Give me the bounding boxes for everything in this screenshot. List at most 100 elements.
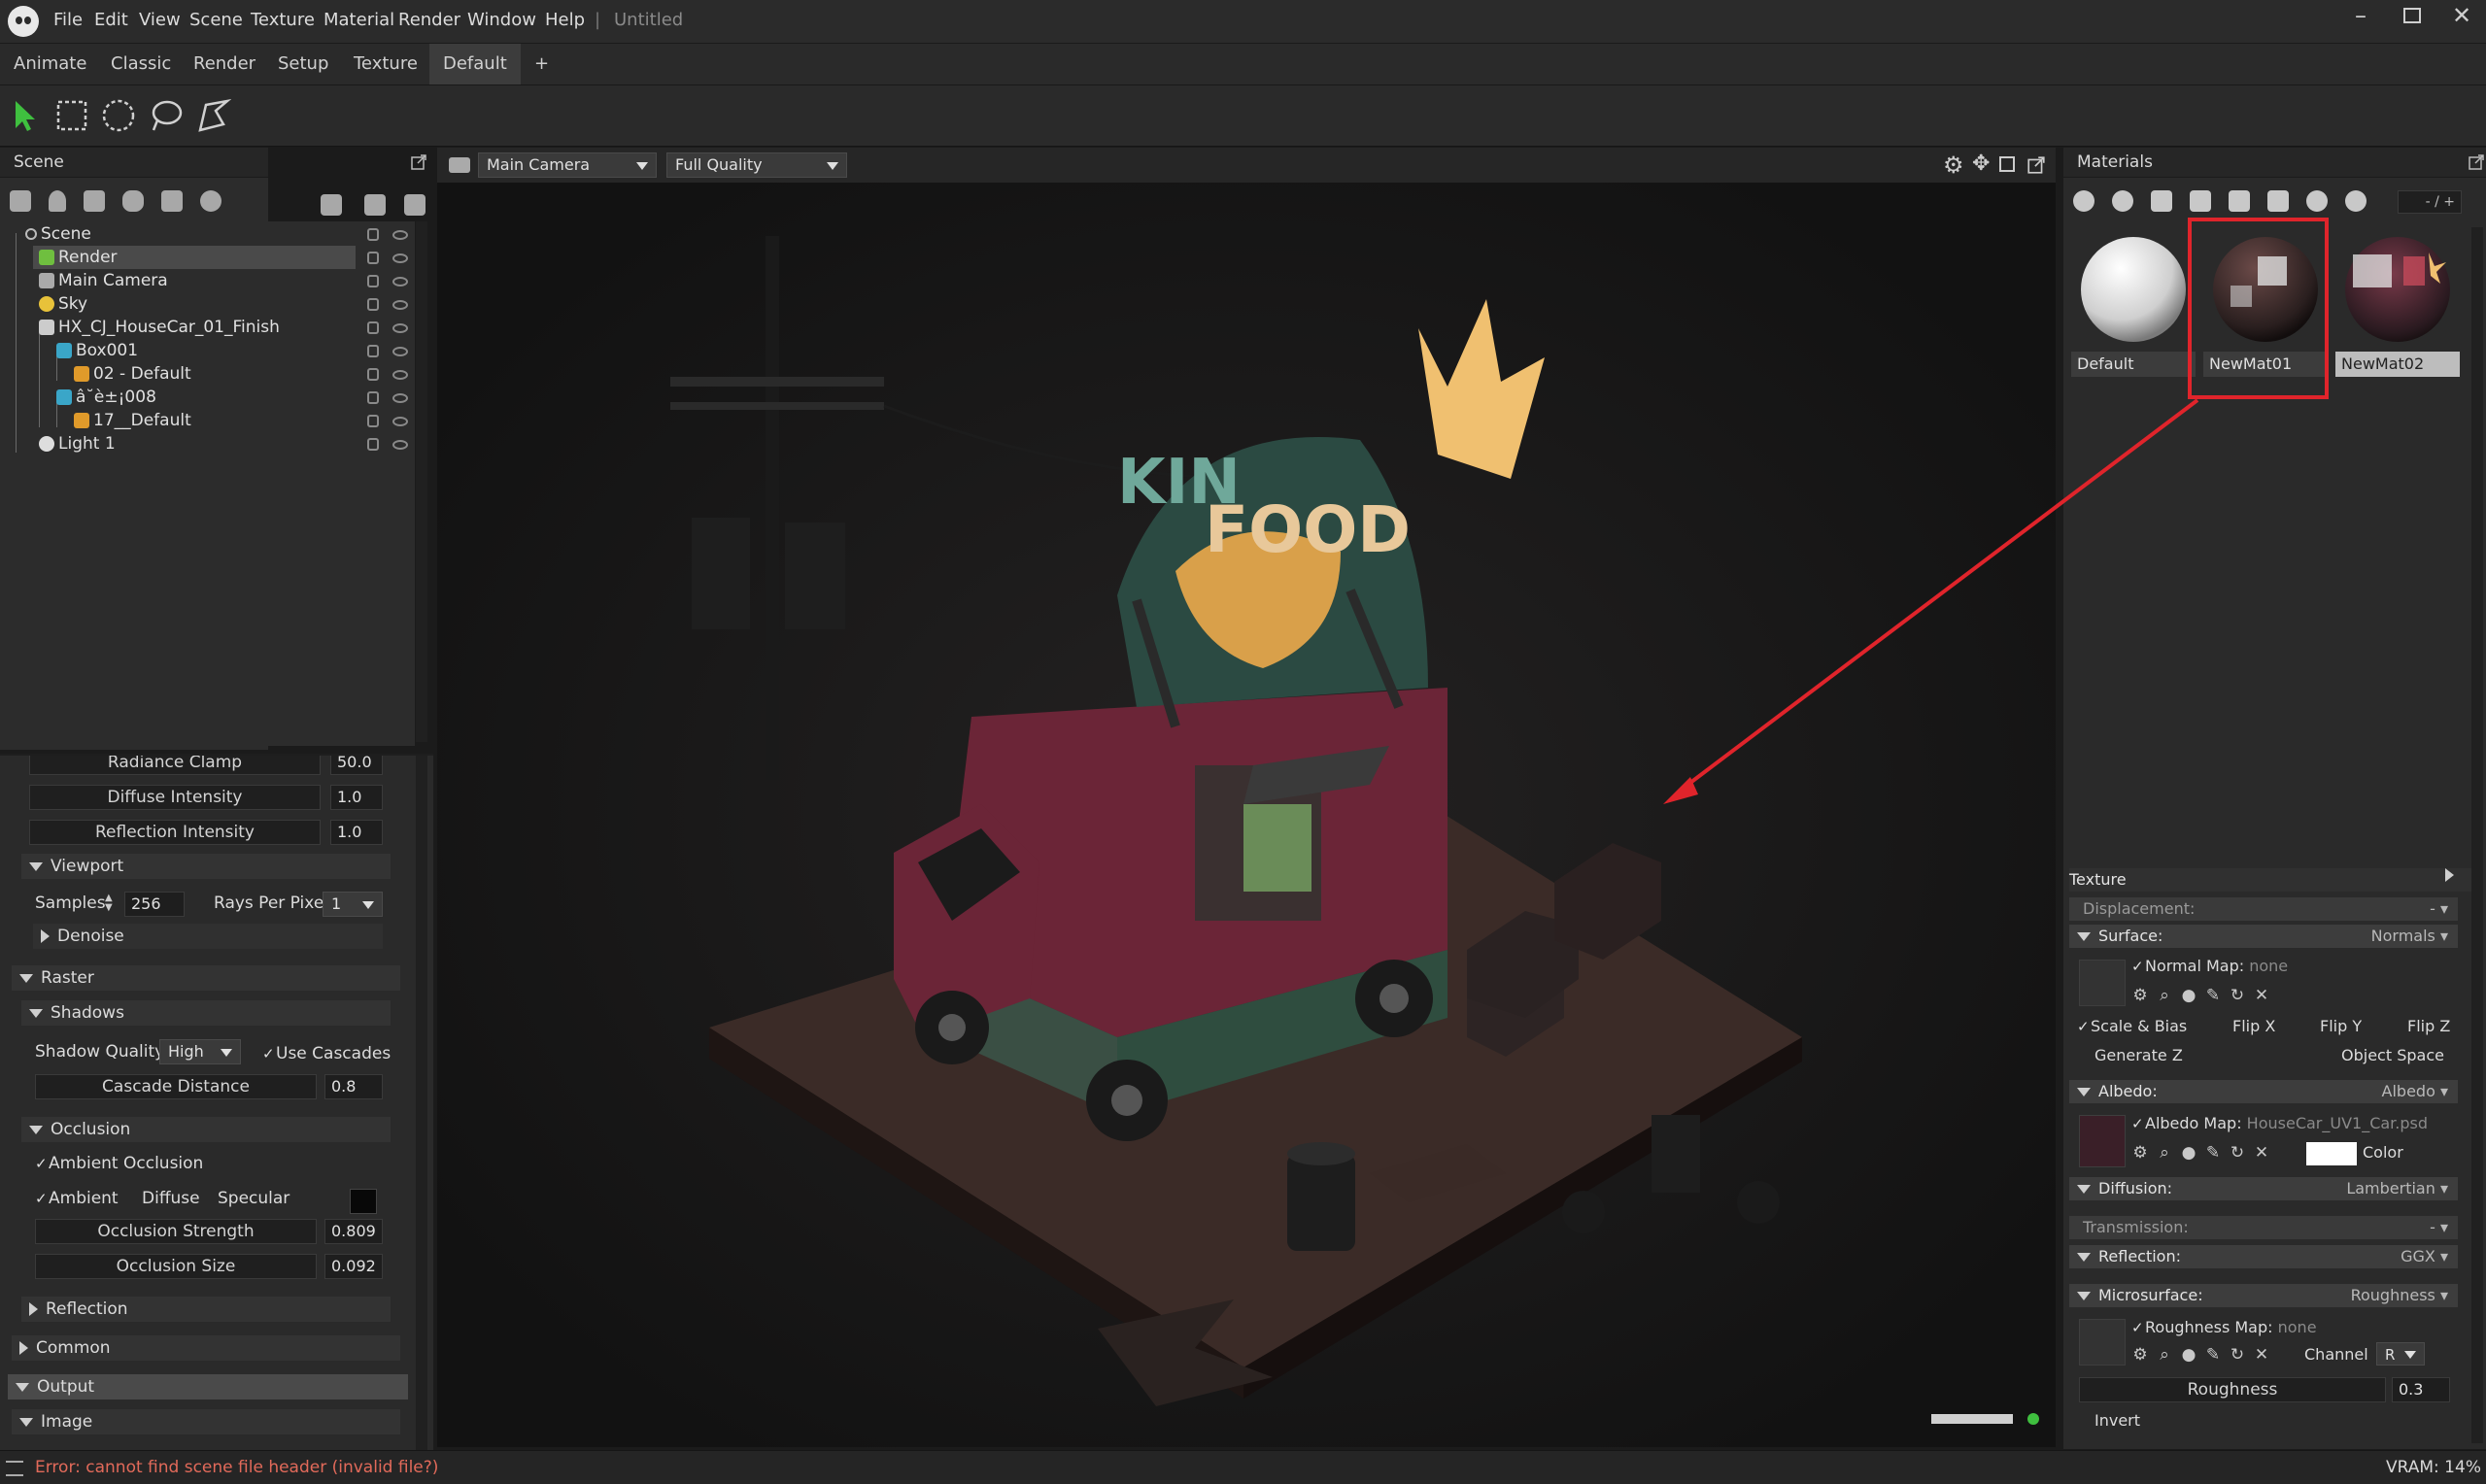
output-section[interactable]: Output xyxy=(8,1374,408,1400)
visibility-eye-icon[interactable] xyxy=(392,370,408,380)
image-section[interactable]: Image xyxy=(12,1409,400,1434)
occlusion-size-slider[interactable]: Occlusion Size xyxy=(35,1254,317,1279)
diffusion-header[interactable]: Diffusion: Lambertian ▾ xyxy=(2069,1177,2458,1200)
diffuse-intensity-value[interactable]: 1.0 xyxy=(330,785,383,810)
occlusion-color-swatch[interactable] xyxy=(350,1189,377,1214)
material-picker-icon[interactable] xyxy=(2267,190,2289,212)
tree-item-scene[interactable]: Scene xyxy=(10,222,91,246)
lock-icon[interactable] xyxy=(367,321,379,334)
tab-animate[interactable]: Animate xyxy=(0,44,100,84)
add-sky-icon[interactable] xyxy=(200,190,221,212)
visibility-eye-icon[interactable] xyxy=(392,300,408,310)
add-camera-icon[interactable] xyxy=(84,190,105,212)
raster-section[interactable]: Raster xyxy=(12,965,400,991)
displacement-header[interactable]: Displacement: - ▾ xyxy=(2069,897,2458,921)
flip-x-checkbox[interactable]: Flip X xyxy=(2232,1016,2275,1037)
shadow-quality-dropdown[interactable]: High xyxy=(159,1039,241,1064)
material-thumb-newmat01[interactable]: NewMat01 xyxy=(2203,227,2328,377)
shadows-section[interactable]: Shadows xyxy=(21,1000,391,1026)
scale-bias-checkbox[interactable]: ✓Scale & Bias xyxy=(2077,1016,2187,1037)
duplicate-material-icon[interactable] xyxy=(2112,190,2133,212)
radiance-clamp-value[interactable]: 50.0 xyxy=(330,756,383,775)
sample-dropper-icon[interactable]: ● xyxy=(2180,1144,2197,1162)
lasso-select-icon[interactable] xyxy=(148,97,185,134)
visibility-eye-icon[interactable] xyxy=(392,440,408,450)
rect-select-icon[interactable] xyxy=(53,97,90,134)
normal-map-slot[interactable] xyxy=(2079,960,2126,1006)
render-viewport[interactable]: KIN FOOD xyxy=(437,183,2056,1447)
material-thumb-newmat02[interactable]: NewMat02 xyxy=(2335,227,2460,377)
diffuse-intensity-slider[interactable]: Diffuse Intensity xyxy=(29,785,321,810)
add-light-icon[interactable] xyxy=(49,190,66,212)
materials-undock-icon[interactable] xyxy=(2468,153,2485,171)
use-cascades-checkbox[interactable]: ✓Use Cascades xyxy=(262,1039,391,1068)
ellipse-select-icon[interactable] xyxy=(100,97,137,134)
lock-icon[interactable] xyxy=(367,368,379,381)
specular-checkbox[interactable]: Specular xyxy=(218,1184,289,1213)
viewport-settings-gear-icon[interactable]: ⚙ xyxy=(1943,152,1964,179)
object-space-checkbox[interactable]: Object Space xyxy=(2341,1045,2444,1066)
visibility-eye-icon[interactable] xyxy=(392,323,408,333)
settings-gear-icon[interactable]: ⚙ xyxy=(2131,1346,2149,1364)
select-arrow-icon[interactable] xyxy=(6,97,43,134)
add-object-icon[interactable] xyxy=(10,190,31,212)
import-folder-icon[interactable] xyxy=(321,194,342,216)
cascade-distance-slider[interactable]: Cascade Distance xyxy=(35,1074,317,1099)
render-settings-scrollbar[interactable] xyxy=(416,756,427,1451)
albedo-map-thumbnail[interactable] xyxy=(2079,1115,2126,1167)
edit-pencil-icon[interactable]: ✎ xyxy=(2204,1346,2222,1364)
cascade-distance-value[interactable]: 0.8 xyxy=(324,1074,383,1099)
normal-map-checkbox[interactable]: ✓Normal Map: none xyxy=(2131,956,2288,977)
visibility-eye-icon[interactable] xyxy=(392,393,408,403)
visibility-eye-icon[interactable] xyxy=(392,277,408,287)
tree-item-main-camera[interactable]: Main Camera xyxy=(39,269,168,292)
material-props-scrollbar[interactable] xyxy=(2471,864,2483,1443)
settings-gear-icon[interactable]: ⚙ xyxy=(2131,1144,2149,1162)
lock-icon[interactable] xyxy=(367,252,379,264)
menu-scene[interactable]: Scene xyxy=(189,10,243,30)
lock-icon[interactable] xyxy=(367,275,379,287)
lock-icon[interactable] xyxy=(367,345,379,357)
apply-material-icon[interactable] xyxy=(2306,190,2328,212)
flip-z-checkbox[interactable]: Flip Z xyxy=(2407,1016,2450,1037)
menu-view[interactable]: View xyxy=(139,10,181,30)
delete-material-icon[interactable] xyxy=(2229,190,2250,212)
ambient-checkbox[interactable]: ✓Ambient xyxy=(35,1184,119,1213)
flip-y-checkbox[interactable]: Flip Y xyxy=(2320,1016,2362,1037)
samples-value[interactable]: 256 xyxy=(124,892,185,917)
undock-icon[interactable] xyxy=(410,153,427,171)
menu-edit[interactable]: Edit xyxy=(94,10,128,30)
visibility-eye-icon[interactable] xyxy=(392,230,408,240)
occlusion-size-value[interactable]: 0.092 xyxy=(324,1254,383,1279)
viewport-section[interactable]: Viewport xyxy=(21,854,391,879)
visibility-eye-icon[interactable] xyxy=(392,253,408,263)
roughness-map-slot[interactable] xyxy=(2079,1319,2126,1366)
microsurface-header[interactable]: Microsurface: Roughness ▾ xyxy=(2069,1284,2458,1307)
invert-checkbox[interactable]: Invert xyxy=(2094,1410,2140,1432)
lock-icon[interactable] xyxy=(367,228,379,241)
settings-gear-icon[interactable]: ⚙ xyxy=(2131,987,2149,1004)
albedo-color-swatch[interactable] xyxy=(2306,1142,2357,1165)
reflection-intensity-slider[interactable]: Reflection Intensity xyxy=(29,820,321,845)
material-page-indicator[interactable]: - / + xyxy=(2398,190,2462,214)
channel-dropdown[interactable]: R xyxy=(2376,1342,2425,1366)
camera-icon[interactable] xyxy=(449,157,470,173)
material-export-icon[interactable] xyxy=(2345,190,2367,212)
reflection-intensity-value[interactable]: 1.0 xyxy=(330,820,383,845)
ambient-occlusion-checkbox[interactable]: ✓Ambient Occlusion xyxy=(35,1149,203,1178)
visibility-eye-icon[interactable] xyxy=(392,417,408,426)
clear-x-icon[interactable]: ✕ xyxy=(2253,1346,2270,1364)
sample-dropper-icon[interactable]: ● xyxy=(2180,1346,2197,1364)
viewport-frame-icon[interactable] xyxy=(1999,156,2015,172)
tree-item-box001[interactable]: Box001 xyxy=(56,339,138,362)
scene-tree-scrollbar[interactable] xyxy=(416,221,427,742)
browse-magnifier-icon[interactable]: ⌕ xyxy=(2156,1144,2173,1162)
texture-section[interactable]: Texture xyxy=(2069,868,2471,892)
add-tab-button[interactable]: + xyxy=(521,44,562,84)
surface-header[interactable]: Surface: Normals ▾ xyxy=(2069,925,2458,948)
tab-default[interactable]: Default xyxy=(429,44,521,84)
reflection-header[interactable]: Reflection: GGX ▾ xyxy=(2069,1245,2458,1268)
menu-material[interactable]: Material xyxy=(324,10,394,30)
generate-z-checkbox[interactable]: Generate Z xyxy=(2094,1045,2183,1066)
tree-item-housecar[interactable]: HX_CJ_HouseCar_01_Finish xyxy=(39,316,280,339)
